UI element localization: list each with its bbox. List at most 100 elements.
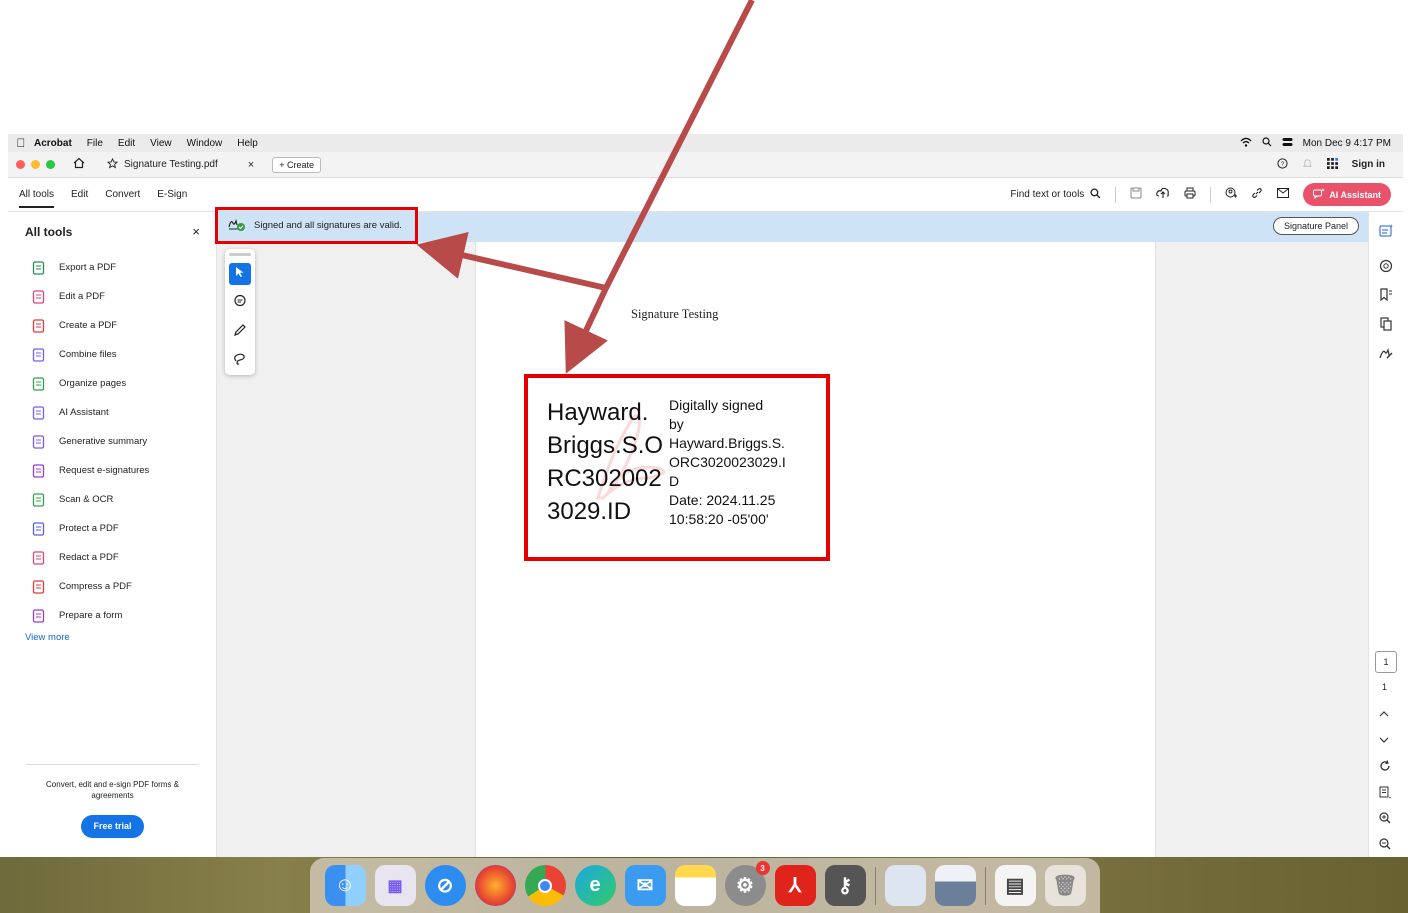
preview-icon[interactable] bbox=[884, 865, 926, 906]
tool-icon bbox=[32, 289, 46, 304]
mac-menu-bar:  Acrobat File Edit View Window Help Mon… bbox=[8, 134, 1403, 152]
apps-grid-icon[interactable] bbox=[1326, 157, 1338, 172]
control-center-icon[interactable] bbox=[1282, 137, 1293, 150]
find-text-or-tools[interactable]: Find text or tools bbox=[1010, 187, 1101, 202]
drag-handle[interactable] bbox=[229, 253, 251, 256]
cursor-arrow-icon bbox=[235, 265, 245, 283]
signature-status-text: Signed and all signatures are valid. bbox=[254, 220, 402, 231]
tool-item[interactable]: Combine files bbox=[8, 340, 216, 369]
tool-label: Export a PDF bbox=[59, 262, 117, 273]
downloads-icon[interactable]: ▤ bbox=[994, 865, 1036, 906]
tab-edit[interactable]: Edit bbox=[71, 189, 88, 200]
system-settings-icon[interactable]: ⚙ 3 bbox=[724, 861, 770, 906]
all-tools-panel: All tools × Export a PDF Edit a PDF Create… bbox=[8, 212, 217, 857]
close-window-icon[interactable] bbox=[16, 160, 25, 169]
signature-panel-button[interactable]: Signature Panel bbox=[1273, 217, 1360, 235]
menu-file[interactable]: File bbox=[87, 138, 103, 149]
launchpad-icon[interactable]: ▦ bbox=[374, 865, 416, 906]
rotate-icon[interactable] bbox=[1379, 760, 1391, 775]
tool-label: Generative summary bbox=[59, 436, 148, 447]
draw-tool-button[interactable] bbox=[229, 321, 251, 343]
tool-item[interactable]: Redact a PDF bbox=[8, 543, 216, 572]
tool-item[interactable]: Request e-signatures bbox=[8, 456, 216, 485]
create-label: Create bbox=[286, 159, 314, 170]
tool-item[interactable]: Compress a PDF bbox=[8, 572, 216, 601]
star-icon[interactable] bbox=[106, 157, 119, 172]
tool-item[interactable]: Export a PDF bbox=[8, 253, 216, 282]
select-tool-button[interactable] bbox=[229, 263, 251, 285]
promo-text: Convert, edit and e-sign PDF forms & agr… bbox=[46, 780, 179, 800]
comments-icon[interactable] bbox=[1379, 259, 1393, 276]
notifications-bell-icon[interactable] bbox=[1302, 158, 1313, 172]
minimize-window-icon[interactable] bbox=[31, 160, 40, 169]
home-icon[interactable] bbox=[73, 157, 85, 172]
save-icon[interactable] bbox=[1130, 187, 1142, 202]
tool-item[interactable]: Edit a PDF bbox=[8, 282, 216, 311]
mail-app-icon[interactable]: ✉ bbox=[624, 865, 666, 906]
trash-icon[interactable]: 🗑 bbox=[1044, 865, 1086, 906]
tool-item[interactable]: Scan & OCR bbox=[8, 485, 216, 514]
signature-detail-line: Digitally signed bbox=[669, 397, 764, 413]
free-trial-button[interactable]: Free trial bbox=[81, 815, 144, 838]
lasso-tool-button[interactable] bbox=[229, 350, 251, 372]
firefox-icon[interactable] bbox=[474, 865, 516, 906]
print-icon[interactable] bbox=[1184, 187, 1196, 202]
wifi-icon[interactable] bbox=[1240, 137, 1252, 150]
tool-label: Scan & OCR bbox=[59, 494, 114, 505]
generative-summary-icon[interactable] bbox=[1379, 224, 1393, 241]
keychain-icon[interactable]: ⚷ bbox=[824, 865, 866, 906]
chevron-down-icon[interactable] bbox=[1379, 733, 1389, 747]
mail-icon[interactable] bbox=[1277, 188, 1290, 201]
comment-tool-button[interactable] bbox=[229, 292, 251, 314]
close-panel-icon[interactable]: × bbox=[192, 224, 200, 239]
tab-all-tools[interactable]: All tools bbox=[19, 189, 55, 208]
bookmarks-icon[interactable] bbox=[1379, 288, 1393, 305]
apple-menu-icon[interactable]:  bbox=[8, 136, 34, 150]
tool-item[interactable]: Generative summary bbox=[8, 427, 216, 456]
tool-label: Organize pages bbox=[59, 378, 127, 389]
signature-status-message[interactable]: Signed and all signatures are valid. bbox=[215, 207, 418, 244]
menu-help[interactable]: Help bbox=[237, 138, 258, 149]
spotlight-search-icon[interactable] bbox=[1262, 136, 1272, 150]
edge-icon[interactable]: e bbox=[574, 865, 616, 906]
share-user-icon[interactable] bbox=[1225, 187, 1238, 202]
create-tab-button[interactable]: + Create bbox=[272, 156, 321, 173]
menu-acrobat[interactable]: Acrobat bbox=[34, 138, 72, 149]
zoom-window-icon[interactable] bbox=[46, 160, 55, 169]
page-number-input[interactable]: 1 bbox=[1375, 651, 1397, 673]
image-capture-icon[interactable] bbox=[934, 865, 976, 906]
tab-document[interactable]: Signature Testing.pdf × bbox=[106, 157, 254, 172]
fill-sign-icon[interactable] bbox=[1379, 346, 1393, 363]
tool-item[interactable]: Create a PDF bbox=[8, 311, 216, 340]
view-more-link[interactable]: View more bbox=[8, 632, 216, 643]
ai-assistant-button[interactable]: AI Assistant bbox=[1303, 183, 1391, 206]
zoom-in-icon[interactable] bbox=[1379, 812, 1391, 827]
sign-in-link[interactable]: Sign in bbox=[1352, 159, 1385, 170]
menu-edit[interactable]: Edit bbox=[118, 138, 135, 149]
menu-clock[interactable]: Mon Dec 9 4:17 PM bbox=[1303, 138, 1391, 149]
menu-view[interactable]: View bbox=[150, 138, 172, 149]
tool-item[interactable]: Prepare a form bbox=[8, 601, 216, 630]
digital-signature-field[interactable]: Hayward. Briggs.S.O RC302002 3029.ID Dig… bbox=[524, 374, 830, 561]
close-tab-icon[interactable]: × bbox=[248, 159, 254, 171]
upload-cloud-icon[interactable] bbox=[1156, 187, 1170, 202]
acrobat-icon[interactable]: ⅄ bbox=[774, 865, 816, 906]
pages-icon[interactable] bbox=[1379, 317, 1393, 334]
page-display-icon[interactable] bbox=[1379, 786, 1392, 802]
menu-window[interactable]: Window bbox=[187, 138, 223, 149]
tab-esign[interactable]: E-Sign bbox=[157, 189, 187, 200]
notes-icon[interactable] bbox=[674, 865, 716, 906]
finder-icon[interactable]: ☺ bbox=[324, 865, 366, 906]
tab-convert[interactable]: Convert bbox=[105, 189, 140, 200]
tool-item[interactable]: Protect a PDF bbox=[8, 514, 216, 543]
help-icon[interactable]: ? bbox=[1277, 157, 1288, 172]
tab-title: Signature Testing.pdf bbox=[124, 159, 218, 170]
tool-item[interactable]: Organize pages bbox=[8, 369, 216, 398]
safari-icon[interactable]: ⊘ bbox=[424, 865, 466, 906]
chrome-icon[interactable] bbox=[524, 865, 566, 906]
document-title-text: Signature Testing bbox=[631, 307, 719, 321]
zoom-out-icon[interactable] bbox=[1379, 838, 1391, 853]
tool-item[interactable]: AI Assistant bbox=[8, 398, 216, 427]
link-icon[interactable] bbox=[1251, 187, 1263, 202]
chevron-up-icon[interactable] bbox=[1379, 707, 1389, 721]
